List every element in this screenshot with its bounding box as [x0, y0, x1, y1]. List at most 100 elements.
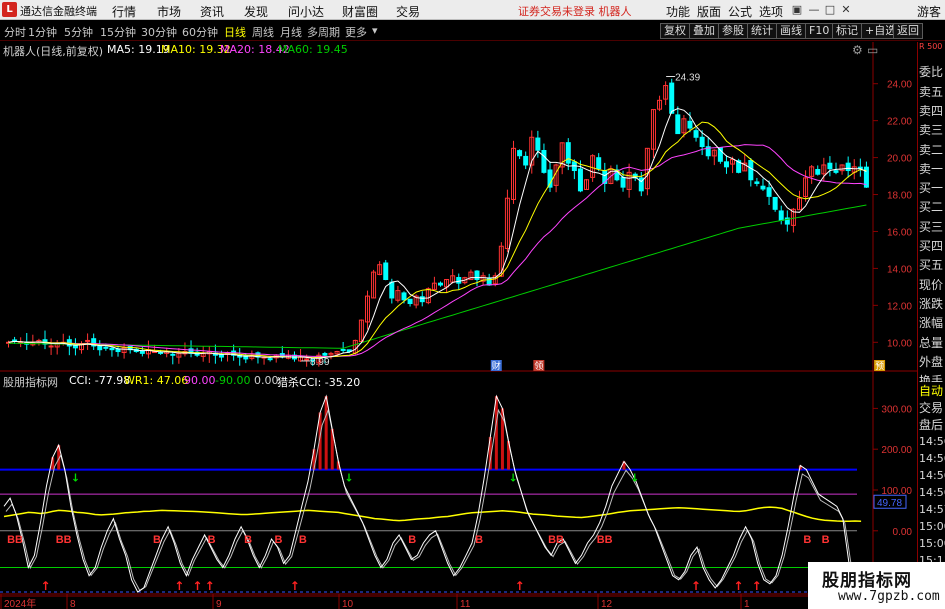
side-item-10: 买四 — [919, 239, 944, 253]
candle-body — [748, 160, 754, 181]
buy-signal-label: B — [803, 534, 811, 546]
candle-body — [620, 176, 626, 188]
main-y-tick-label: 10.00 — [887, 338, 912, 349]
side-item-9: 买三 — [919, 219, 944, 234]
candle-body — [474, 270, 480, 280]
sell-arrow-icon: ↓ — [509, 472, 518, 485]
side-item-11: 买五 — [919, 258, 944, 273]
main-y-tick-label: 24.00 — [887, 80, 912, 91]
side-item-bottom-3: 14:56 — [919, 435, 945, 448]
candle-body — [109, 347, 115, 351]
time-axis-label: 9 — [216, 599, 222, 609]
side-item-7: 买一 — [919, 181, 944, 196]
side-item-bottom-1: 交易 — [919, 401, 944, 415]
side-item-1: 委比 — [919, 65, 944, 80]
candle-body — [766, 187, 772, 197]
buy-arrow-icon: ↑ — [40, 579, 50, 593]
time-axis-label: 10 — [342, 599, 354, 609]
sell-arrow-icon: ↓ — [630, 472, 639, 485]
level-neg90-legend: -90.00 — [215, 374, 251, 387]
candle-body — [845, 162, 851, 172]
candle-body — [304, 358, 310, 361]
candle-body — [687, 120, 693, 129]
current-value-label: 49.78 — [877, 498, 902, 509]
ind-y-tick-label: 0.00 — [893, 527, 913, 538]
candle-body — [103, 346, 109, 349]
time-axis-label: 2024年 — [4, 597, 36, 609]
buy-arrow-icon: ↑ — [515, 579, 525, 593]
candle-body — [754, 181, 760, 184]
candle-body — [85, 339, 91, 342]
candle-body — [675, 114, 681, 135]
ma60-legend: MA60: 19.45 — [278, 43, 348, 56]
side-item-0: R 500 — [919, 42, 943, 51]
buy-signal-label: B — [275, 534, 283, 546]
side-item-6: 卖一 — [919, 161, 944, 176]
buy-signal-label: B — [822, 534, 830, 546]
buy-signal-label: B — [408, 534, 416, 546]
side-item-16: 外盘 — [919, 354, 944, 369]
indicator-name[interactable]: 股朋指标网 — [3, 374, 58, 390]
buy-signal-label: BB — [548, 534, 564, 546]
arrow-icon[interactable]: ▭ — [867, 43, 878, 57]
side-item-bottom-6: 14:56 — [919, 486, 945, 499]
side-item-bottom-9: 15:00 — [919, 537, 945, 550]
sell-arrow-icon: ↓ — [71, 472, 80, 485]
tdx-terminal-window: L 通达信金融终端 行情 市场 资讯 发现 问小达 财富圈 交易 证券交易未登录… — [0, 0, 945, 609]
event-marker-1: 领 — [534, 360, 543, 372]
candle-body — [419, 296, 425, 303]
level-0-legend: 0.00 — [254, 374, 279, 387]
candle-body — [389, 281, 395, 299]
buy-arrow-icon: ↑ — [174, 579, 184, 593]
main-y-tick-label: 16.00 — [887, 227, 912, 238]
buy-signal-label: BB — [7, 534, 23, 546]
auto-trade-panel: 自动交易盘后 14:56 14:56 14:56 14:56 14:57 15:00 15:0… — [917, 382, 945, 572]
candle-body — [577, 168, 583, 192]
candle-body — [517, 150, 523, 157]
candle-body — [401, 292, 407, 301]
ma20-line — [8, 144, 867, 358]
candle-body — [815, 168, 821, 175]
candle-body — [170, 353, 176, 356]
buy-signal-label: B — [153, 534, 161, 546]
candle-body — [772, 196, 778, 210]
level-90-legend: 90.00 — [184, 374, 216, 387]
buy-signal-label: BB — [597, 534, 613, 546]
ma10-line — [8, 121, 867, 359]
chart-canvas[interactable]: 24.0022.0020.0018.0016.0014.0012.0010.00… — [0, 0, 945, 609]
time-axis-label: 8 — [70, 599, 76, 609]
candle-body — [760, 185, 766, 190]
candle-body — [699, 136, 705, 148]
candle-body — [267, 358, 273, 361]
buy-arrow-icon: ↑ — [691, 579, 701, 593]
candle-body — [322, 352, 328, 356]
settings-icon[interactable]: ⚙ — [852, 43, 863, 57]
candle-body — [723, 161, 729, 168]
kill-cci-legend: 猎杀CCI: -35.20 — [277, 376, 361, 389]
buy-arrow-icon: ↑ — [290, 579, 300, 593]
side-item-13: 涨跌 — [919, 296, 944, 311]
time-axis-label: 11 — [460, 599, 471, 609]
overbought-bar — [324, 396, 328, 470]
side-item-bottom-8: 15:00 — [919, 520, 945, 533]
sell-arrow-icon: ↓ — [344, 472, 353, 485]
candle-body — [535, 137, 541, 151]
main-y-tick-label: 20.00 — [887, 154, 912, 165]
candle-body — [596, 157, 602, 170]
side-item-bottom-7: 14:57 — [919, 503, 945, 516]
buy-signal-label: BB — [56, 534, 72, 546]
buy-arrow-icon: ↑ — [205, 579, 215, 593]
low-label: 8.99 — [310, 357, 330, 368]
ind-y-tick-label: 200.00 — [881, 445, 912, 456]
overbought-bar — [494, 396, 498, 470]
main-y-tick-label: 14.00 — [887, 264, 912, 275]
watermark-url: www.7gpzb.com — [838, 589, 940, 604]
event-marker-0: 财 — [492, 360, 501, 372]
event-marker-2: 预 — [875, 361, 884, 372]
buy-arrow-icon: ↑ — [192, 579, 202, 593]
candle-body — [407, 298, 413, 305]
side-item-2: 卖五 — [919, 84, 944, 99]
candle-body — [438, 282, 443, 286]
candle-body — [456, 277, 462, 284]
candle-body — [669, 82, 675, 114]
